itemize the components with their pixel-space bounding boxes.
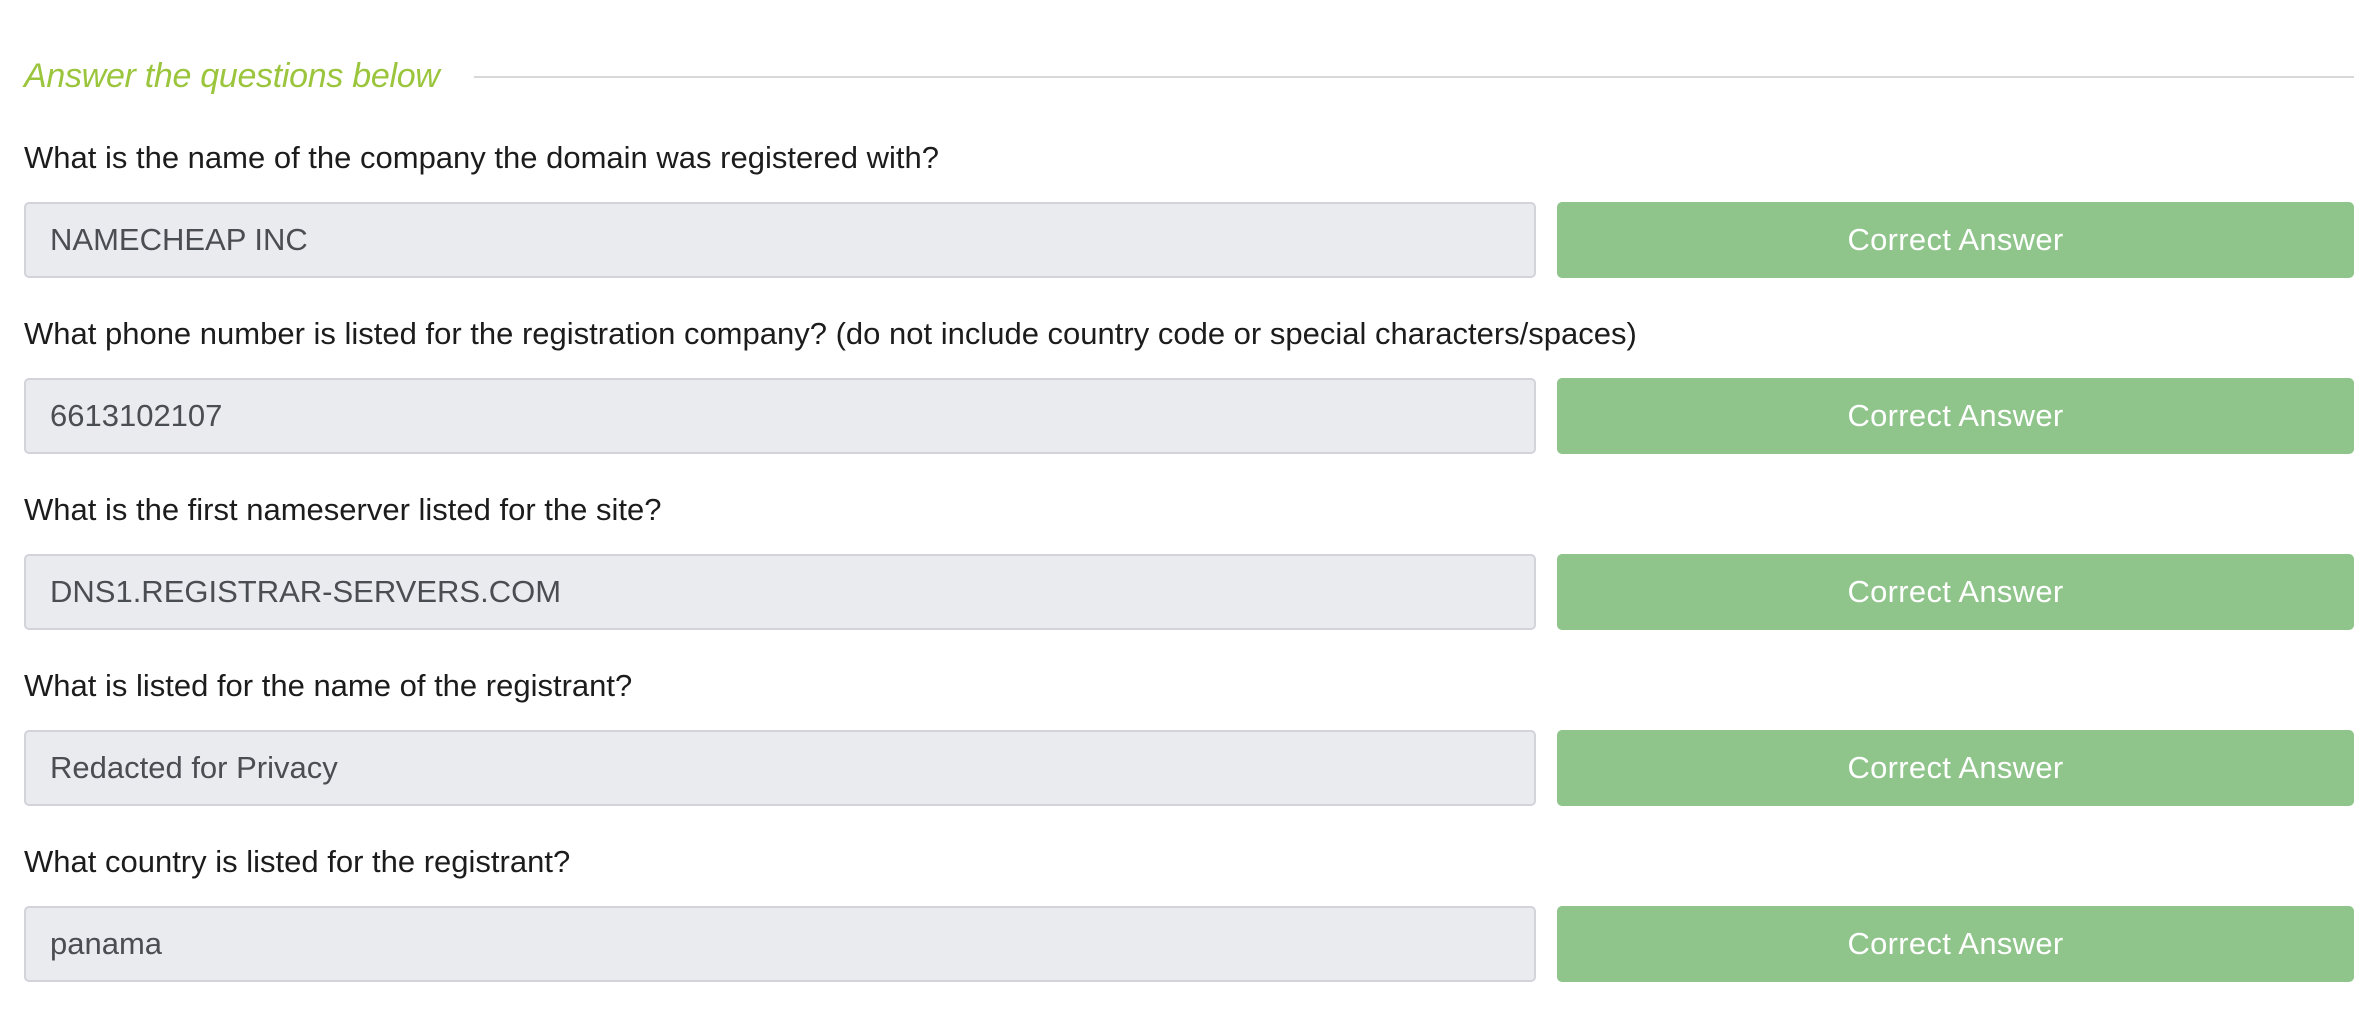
question-text: What is listed for the name of the regis…: [24, 668, 633, 703]
answer-input[interactable]: [24, 554, 1536, 630]
question-text: What country is listed for the registran…: [24, 844, 571, 879]
section-header: Answer the questions below: [24, 48, 2354, 104]
question-text: What is the name of the company the doma…: [24, 140, 939, 175]
correct-answer-button[interactable]: Correct Answer: [1557, 554, 2354, 630]
question-block-5: What country is listed for the registran…: [24, 836, 2354, 1012]
answer-input[interactable]: [24, 906, 1536, 982]
answer-input[interactable]: [24, 378, 1536, 454]
question-block-3: What is the first nameserver listed for …: [24, 484, 2354, 660]
question-text: What phone number is listed for the regi…: [24, 316, 1637, 351]
question-block-1: What is the name of the company the doma…: [24, 132, 2354, 308]
questions-panel: Answer the questions below What is the n…: [0, 0, 2379, 1015]
question-block-4: What is listed for the name of the regis…: [24, 660, 2354, 836]
section-divider: [473, 76, 2354, 78]
section-title: Answer the questions below: [24, 56, 440, 95]
answer-input[interactable]: [24, 730, 1536, 806]
correct-answer-button[interactable]: Correct Answer: [1557, 906, 2354, 982]
question-block-2: What phone number is listed for the regi…: [24, 308, 2354, 484]
correct-answer-button[interactable]: Correct Answer: [1557, 378, 2354, 454]
correct-answer-button[interactable]: Correct Answer: [1557, 202, 2354, 278]
question-text: What is the first nameserver listed for …: [24, 492, 662, 527]
correct-answer-button[interactable]: Correct Answer: [1557, 730, 2354, 806]
answer-input[interactable]: [24, 202, 1536, 278]
